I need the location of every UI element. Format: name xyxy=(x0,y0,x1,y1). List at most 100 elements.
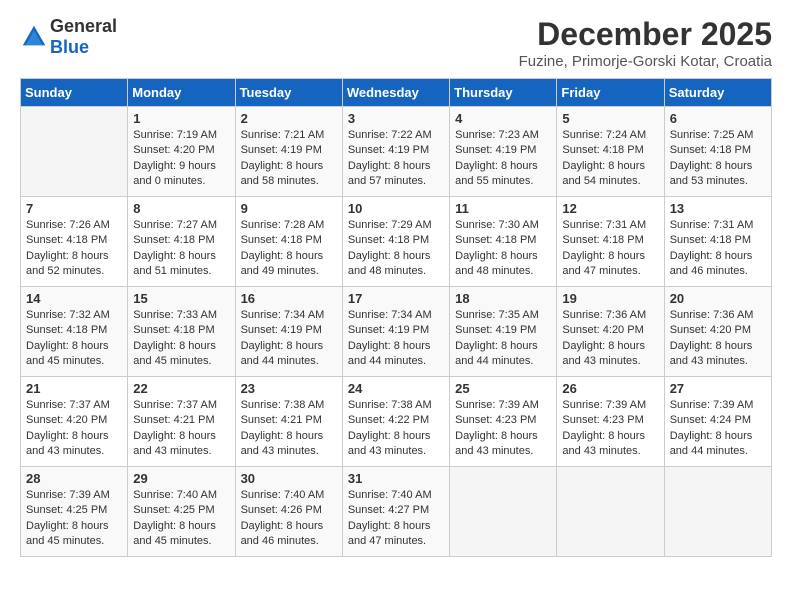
day-info: Sunrise: 7:40 AMSunset: 4:25 PMDaylight:… xyxy=(133,488,229,550)
calendar-cell: 25 Sunrise: 7:39 AMSunset: 4:23 PMDayligh… xyxy=(450,377,557,467)
day-number: 5 xyxy=(562,111,658,126)
day-number: 4 xyxy=(455,111,551,126)
page-header: General Blue December 2025 Fuzine, Primo… xyxy=(20,16,772,70)
title-area: December 2025 Fuzine, Primorje-Gorski Ko… xyxy=(519,16,772,70)
day-number: 12 xyxy=(562,201,658,216)
day-number: 28 xyxy=(26,471,122,486)
calendar-cell: 19 Sunrise: 7:36 AMSunset: 4:20 PMDayligh… xyxy=(557,287,664,377)
calendar-week-row: 21 Sunrise: 7:37 AMSunset: 4:20 PMDayligh… xyxy=(21,377,772,467)
day-info: Sunrise: 7:37 AMSunset: 4:21 PMDaylight:… xyxy=(133,398,229,460)
day-info: Sunrise: 7:38 AMSunset: 4:22 PMDaylight:… xyxy=(348,398,444,460)
calendar-cell: 18Sunrise: 7:35 AMSunset: 4:19 PMDayligh… xyxy=(450,287,557,377)
day-number: 31 xyxy=(348,471,444,486)
day-number: 7 xyxy=(26,201,122,216)
day-number: 14 xyxy=(26,291,122,306)
day-number: 22 xyxy=(133,381,229,396)
calendar-week-row: 7Sunrise: 7:26 AMSunset: 4:18 PMDaylight… xyxy=(21,197,772,287)
day-header-saturday: Saturday xyxy=(664,79,771,107)
day-number: 8 xyxy=(133,201,229,216)
day-info: Sunrise: 7:23 AMSunset: 4:19 PMDaylight:… xyxy=(455,128,551,190)
day-number: 10 xyxy=(348,201,444,216)
day-number: 19 xyxy=(562,291,658,306)
calendar-cell xyxy=(21,107,128,197)
calendar-cell: 16 Sunrise: 7:34 AMSunset: 4:19 PMDayligh… xyxy=(235,287,342,377)
day-info: Sunrise: 7:36 AMSunset: 4:20 PMDaylight:… xyxy=(670,308,766,370)
calendar-cell: 4 Sunrise: 7:23 AMSunset: 4:19 PMDaylight… xyxy=(450,107,557,197)
day-info: Sunrise: 7:28 AMSunset: 4:18 PMDaylight:… xyxy=(241,218,337,280)
day-info: Sunrise: 7:31 AMSunset: 4:18 PMDaylight:… xyxy=(670,218,766,280)
calendar-body: 1 Sunrise: 7:19 AMSunset: 4:20 PMDaylight… xyxy=(21,107,772,557)
calendar-week-row: 14 Sunrise: 7:32 AMSunset: 4:18 PMDayligh… xyxy=(21,287,772,377)
calendar-cell: 31 Sunrise: 7:40 AMSunset: 4:27 PMDayligh… xyxy=(342,467,449,557)
day-number: 21 xyxy=(26,381,122,396)
day-info: Sunrise: 7:39 AMSunset: 4:23 PMDaylight:… xyxy=(562,398,658,460)
day-number: 24 xyxy=(348,381,444,396)
calendar-cell: 26 Sunrise: 7:39 AMSunset: 4:23 PMDayligh… xyxy=(557,377,664,467)
day-number: 26 xyxy=(562,381,658,396)
day-header-thursday: Thursday xyxy=(450,79,557,107)
calendar-cell: 29 Sunrise: 7:40 AMSunset: 4:25 PMDayligh… xyxy=(128,467,235,557)
day-info: Sunrise: 7:29 AMSunset: 4:18 PMDaylight:… xyxy=(348,218,444,280)
day-info: Sunrise: 7:36 AMSunset: 4:20 PMDaylight:… xyxy=(562,308,658,370)
calendar-cell: 13 Sunrise: 7:31 AMSunset: 4:18 PMDayligh… xyxy=(664,197,771,287)
day-number: 2 xyxy=(241,111,337,126)
day-header-friday: Friday xyxy=(557,79,664,107)
day-number: 3 xyxy=(348,111,444,126)
calendar-cell: 22 Sunrise: 7:37 AMSunset: 4:21 PMDayligh… xyxy=(128,377,235,467)
calendar-cell xyxy=(664,467,771,557)
calendar-cell: 27 Sunrise: 7:39 AMSunset: 4:24 PMDayligh… xyxy=(664,377,771,467)
calendar-cell: 23 Sunrise: 7:38 AMSunset: 4:21 PMDayligh… xyxy=(235,377,342,467)
calendar-cell: 5 Sunrise: 7:24 AMSunset: 4:18 PMDaylight… xyxy=(557,107,664,197)
day-number: 6 xyxy=(670,111,766,126)
day-info: Sunrise: 7:19 AMSunset: 4:20 PMDaylight:… xyxy=(133,128,229,190)
calendar-cell: 9 Sunrise: 7:28 AMSunset: 4:18 PMDaylight… xyxy=(235,197,342,287)
day-info: Sunrise: 7:35 AMSunset: 4:19 PMDaylight:… xyxy=(455,308,551,370)
day-info: Sunrise: 7:33 AMSunset: 4:18 PMDaylight:… xyxy=(133,308,229,370)
day-info: Sunrise: 7:34 AMSunset: 4:19 PMDaylight:… xyxy=(241,308,337,370)
calendar-cell: 30Sunrise: 7:40 AMSunset: 4:26 PMDayligh… xyxy=(235,467,342,557)
day-info: Sunrise: 7:31 AMSunset: 4:18 PMDaylight:… xyxy=(562,218,658,280)
calendar-cell: 10 Sunrise: 7:29 AMSunset: 4:18 PMDayligh… xyxy=(342,197,449,287)
calendar-cell: 24 Sunrise: 7:38 AMSunset: 4:22 PMDayligh… xyxy=(342,377,449,467)
calendar-cell: 17 Sunrise: 7:34 AMSunset: 4:19 PMDayligh… xyxy=(342,287,449,377)
calendar-cell: 7Sunrise: 7:26 AMSunset: 4:18 PMDaylight… xyxy=(21,197,128,287)
calendar-cell: 20Sunrise: 7:36 AMSunset: 4:20 PMDayligh… xyxy=(664,287,771,377)
calendar-cell: 6 Sunrise: 7:25 AMSunset: 4:18 PMDaylight… xyxy=(664,107,771,197)
day-number: 16 xyxy=(241,291,337,306)
day-number: 27 xyxy=(670,381,766,396)
calendar-cell: 28Sunrise: 7:39 AMSunset: 4:25 PMDayligh… xyxy=(21,467,128,557)
calendar-cell: 12 Sunrise: 7:31 AMSunset: 4:18 PMDayligh… xyxy=(557,197,664,287)
day-number: 23 xyxy=(241,381,337,396)
day-info: Sunrise: 7:39 AMSunset: 4:23 PMDaylight:… xyxy=(455,398,551,460)
calendar-table: SundayMondayTuesdayWednesdayThursdayFrid… xyxy=(20,78,772,557)
day-info: Sunrise: 7:34 AMSunset: 4:19 PMDaylight:… xyxy=(348,308,444,370)
day-info: Sunrise: 7:38 AMSunset: 4:21 PMDaylight:… xyxy=(241,398,337,460)
day-number: 1 xyxy=(133,111,229,126)
day-number: 15 xyxy=(133,291,229,306)
day-number: 13 xyxy=(670,201,766,216)
day-info: Sunrise: 7:25 AMSunset: 4:18 PMDaylight:… xyxy=(670,128,766,190)
logo-general-text: General xyxy=(50,16,117,36)
day-number: 30 xyxy=(241,471,337,486)
day-info: Sunrise: 7:40 AMSunset: 4:27 PMDaylight:… xyxy=(348,488,444,550)
day-info: Sunrise: 7:27 AMSunset: 4:18 PMDaylight:… xyxy=(133,218,229,280)
day-info: Sunrise: 7:32 AMSunset: 4:18 PMDaylight:… xyxy=(26,308,122,370)
day-number: 29 xyxy=(133,471,229,486)
logo-blue-text: Blue xyxy=(50,37,89,57)
day-info: Sunrise: 7:24 AMSunset: 4:18 PMDaylight:… xyxy=(562,128,658,190)
day-number: 25 xyxy=(455,381,551,396)
day-number: 17 xyxy=(348,291,444,306)
logo-icon xyxy=(20,23,48,51)
day-info: Sunrise: 7:39 AMSunset: 4:24 PMDaylight:… xyxy=(670,398,766,460)
day-info: Sunrise: 7:37 AMSunset: 4:20 PMDaylight:… xyxy=(26,398,122,460)
calendar-cell: 8 Sunrise: 7:27 AMSunset: 4:18 PMDaylight… xyxy=(128,197,235,287)
logo: General Blue xyxy=(20,16,117,58)
calendar-header-row: SundayMondayTuesdayWednesdayThursdayFrid… xyxy=(21,79,772,107)
location-subtitle: Fuzine, Primorje-Gorski Kotar, Croatia xyxy=(519,53,772,70)
day-number: 9 xyxy=(241,201,337,216)
day-info: Sunrise: 7:22 AMSunset: 4:19 PMDaylight:… xyxy=(348,128,444,190)
calendar-week-row: 1 Sunrise: 7:19 AMSunset: 4:20 PMDaylight… xyxy=(21,107,772,197)
day-number: 11 xyxy=(455,201,551,216)
calendar-cell: 21 Sunrise: 7:37 AMSunset: 4:20 PMDayligh… xyxy=(21,377,128,467)
calendar-week-row: 28Sunrise: 7:39 AMSunset: 4:25 PMDayligh… xyxy=(21,467,772,557)
